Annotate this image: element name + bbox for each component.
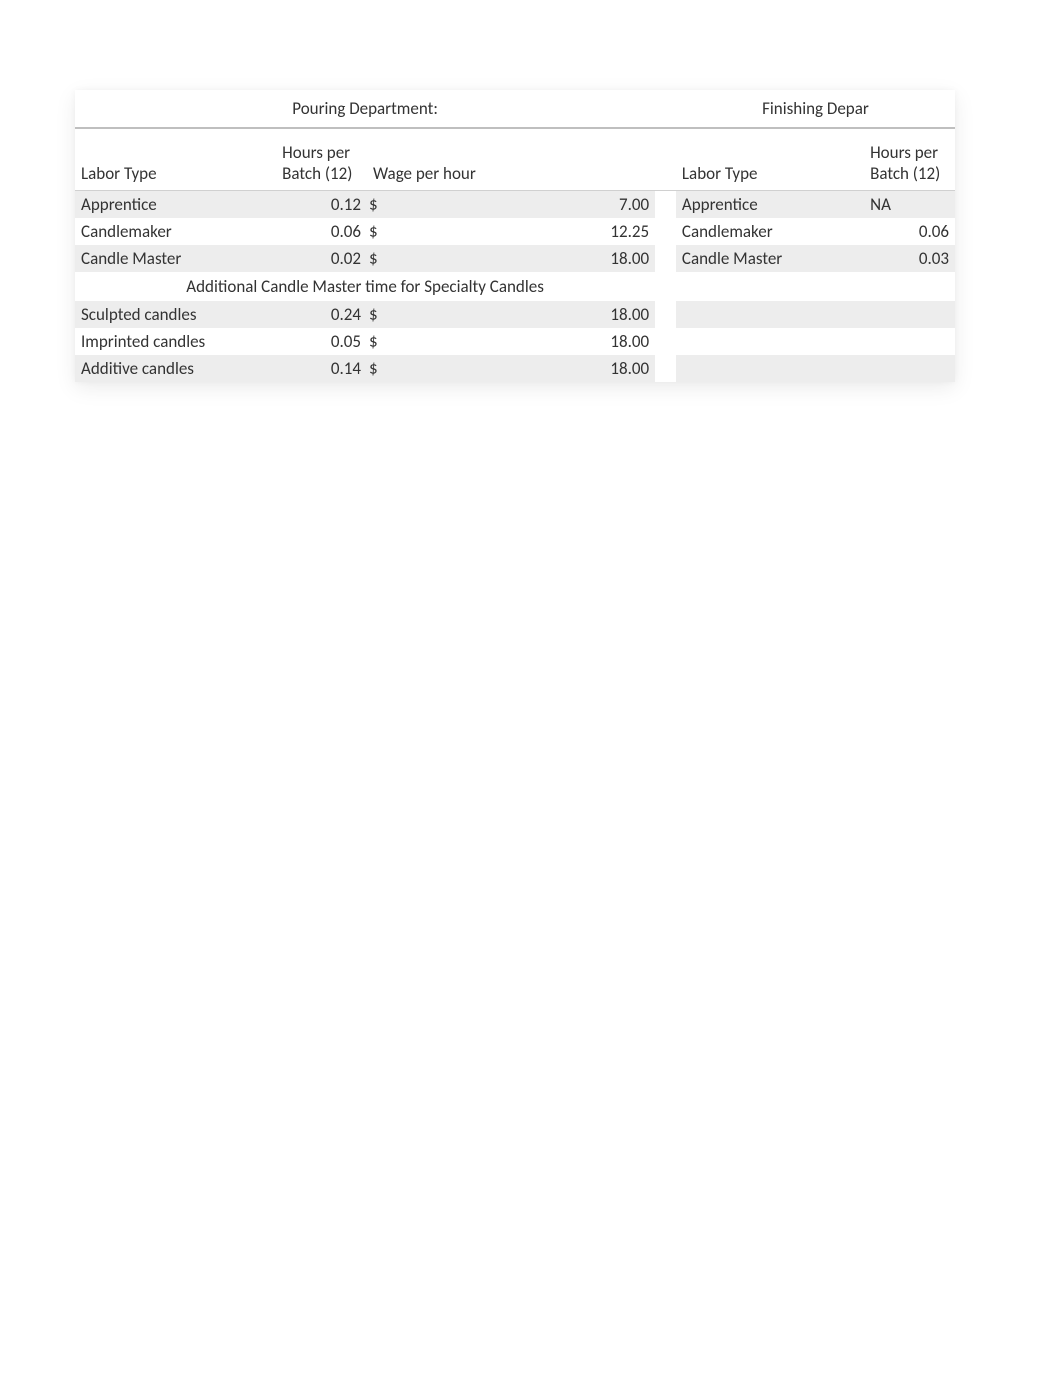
header-labor-type-pouring: Labor Type [75,132,276,191]
hours-cell: 0.05 [276,328,367,355]
hours-cell: 0.02 [276,245,367,272]
column-header-row: Labor Type Hours per Batch (12) Wage per… [75,132,955,191]
labor-label: Candlemaker [75,218,276,245]
currency-symbol: $ [367,245,396,272]
hours-cell: 0.06 [864,218,955,245]
header-hours-finishing: Hours per Batch (12) [864,132,955,191]
table-row: Candle Master 0.02 $ 18.00 Candle Master… [75,245,955,272]
labor-label: Apprentice [676,191,864,219]
currency-symbol: $ [367,355,396,382]
hours-cell: 0.14 [276,355,367,382]
department-header-row: Pouring Department: Finishing Depar [75,90,955,128]
finishing-dept-title: Finishing Depar [676,90,955,128]
wage-cell: 18.00 [396,301,656,328]
hours-cell: NA [864,191,955,219]
table-row: Imprinted candles 0.05 $ 18.00 [75,328,955,355]
hours-cell: 0.03 [864,245,955,272]
labor-table: Pouring Department: Finishing Depar Labo… [75,90,955,382]
wage-cell: 7.00 [396,191,656,219]
specialty-section-title: Additional Candle Master time for Specia… [75,272,655,301]
currency-symbol: $ [367,328,396,355]
specialty-label: Imprinted candles [75,328,276,355]
specialty-label: Additive candles [75,355,276,382]
labor-label: Candle Master [75,245,276,272]
table-row: Sculpted candles 0.24 $ 18.00 [75,301,955,328]
labor-label: Candlemaker [676,218,864,245]
table-row: Apprentice 0.12 $ 7.00 Apprentice NA [75,191,955,219]
labor-label: Candle Master [676,245,864,272]
labor-label: Apprentice [75,191,276,219]
specialty-label: Sculpted candles [75,301,276,328]
hours-cell: 0.12 [276,191,367,219]
wage-cell: 18.00 [396,328,656,355]
currency-symbol: $ [367,218,396,245]
spreadsheet-region: Pouring Department: Finishing Depar Labo… [75,90,955,382]
header-labor-type-finishing: Labor Type [676,132,864,191]
hours-cell: 0.06 [276,218,367,245]
wage-cell: 18.00 [396,355,656,382]
header-wage: Wage per hour [367,132,655,191]
wage-cell: 18.00 [396,245,656,272]
currency-symbol: $ [367,301,396,328]
column-gap [655,90,676,128]
specialty-section-title-row: Additional Candle Master time for Specia… [75,272,955,301]
currency-symbol: $ [367,191,396,219]
pouring-dept-title: Pouring Department: [75,90,655,128]
header-hours-pouring: Hours per Batch (12) [276,132,367,191]
hours-cell: 0.24 [276,301,367,328]
table-row: Candlemaker 0.06 $ 12.25 Candlemaker 0.0… [75,218,955,245]
table-row: Additive candles 0.14 $ 18.00 [75,355,955,382]
wage-cell: 12.25 [396,218,656,245]
